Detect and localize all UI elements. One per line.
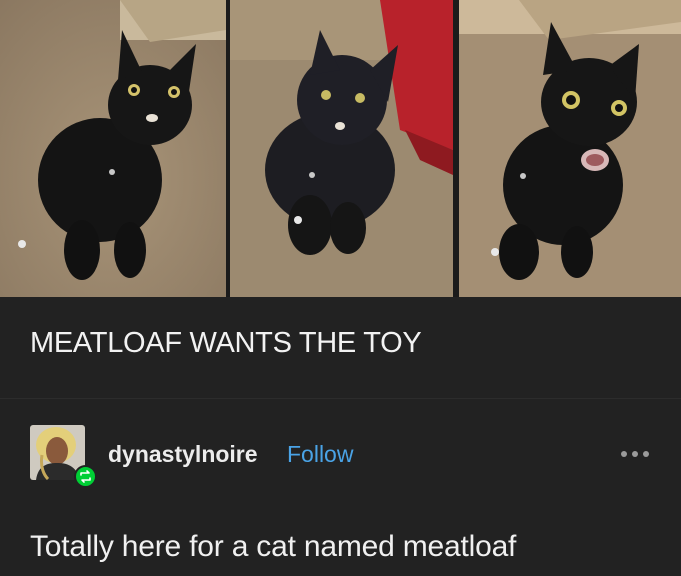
photo-2[interactable]	[230, 0, 453, 297]
username[interactable]: dynastylnoire	[108, 441, 258, 468]
post-caption: MEATLOAF WANTS THE TOY	[30, 327, 422, 359]
reblog-text: Totally here for a cat named meatloaf	[30, 530, 517, 563]
photo-set	[0, 0, 681, 297]
ellipsis-icon[interactable]	[618, 444, 652, 464]
divider	[0, 398, 681, 399]
reblog-icon	[80, 470, 91, 483]
photo-3[interactable]	[459, 0, 681, 297]
photo-1[interactable]	[0, 0, 226, 297]
avatar[interactable]	[30, 425, 97, 488]
follow-button[interactable]: Follow	[287, 441, 353, 468]
reblog-badge	[74, 465, 97, 488]
